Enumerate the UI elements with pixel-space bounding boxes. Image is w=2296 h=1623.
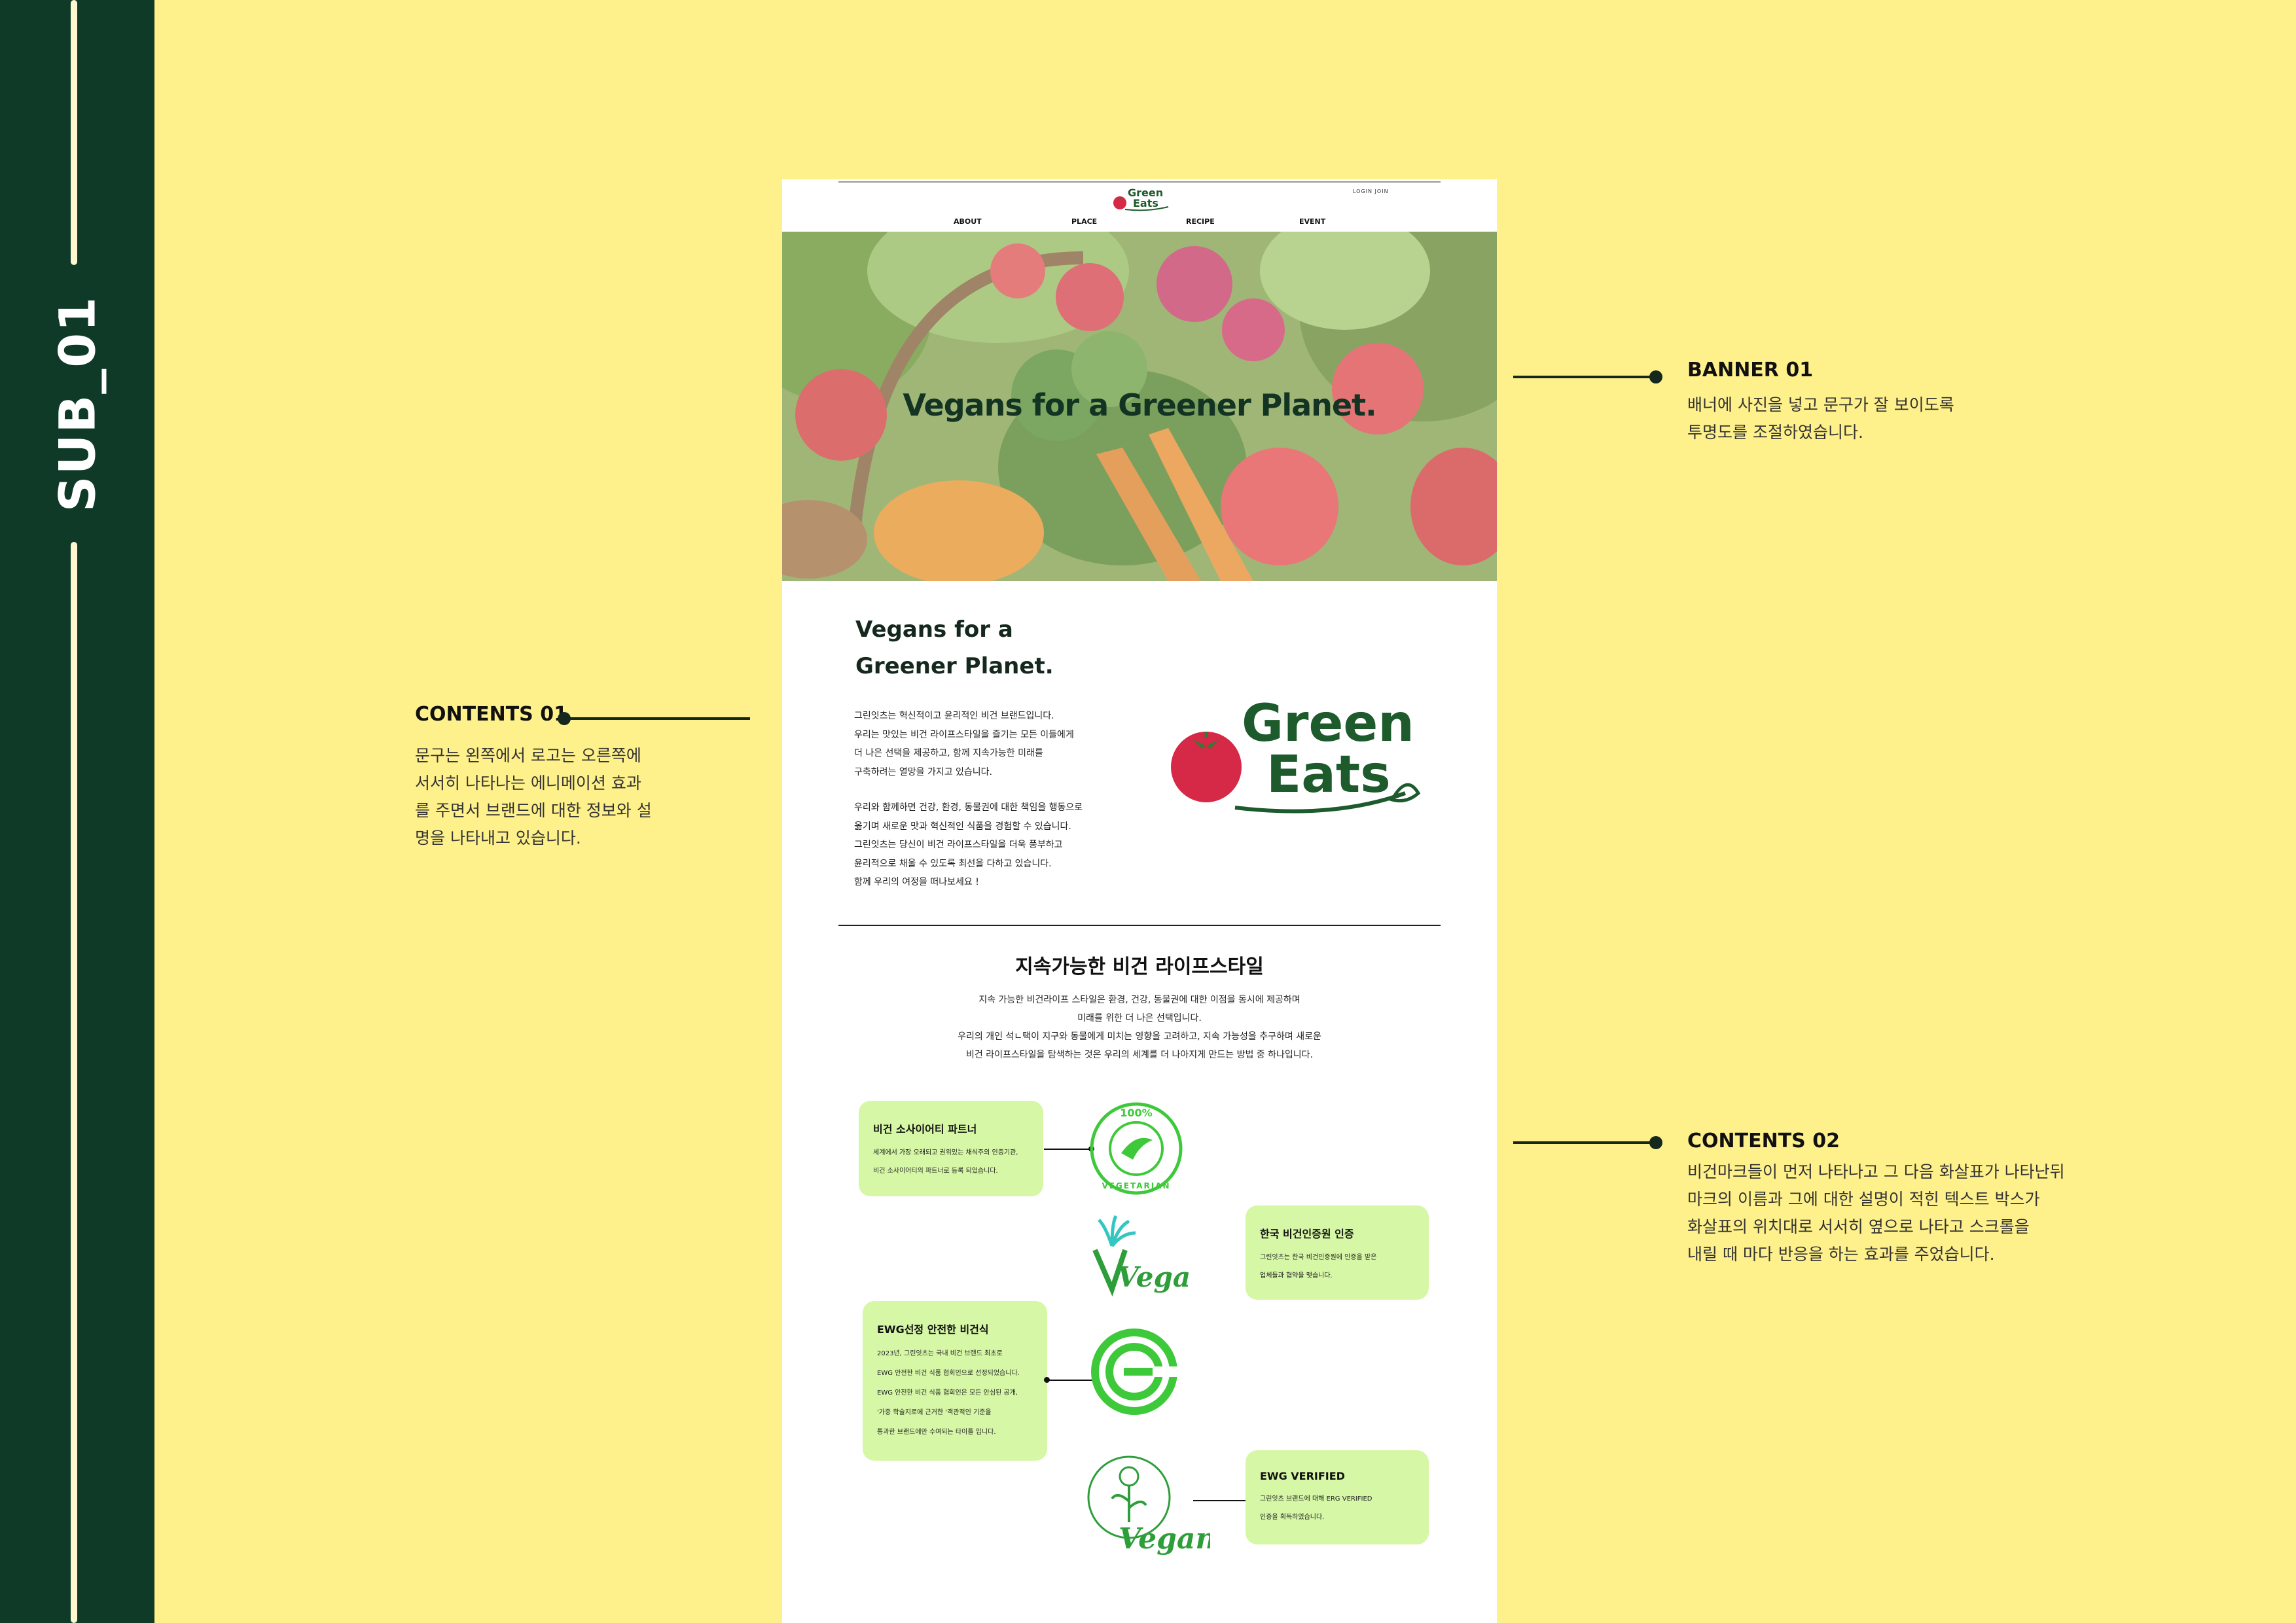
intro-line: 윤리적으로 채울 수 있도록 최선을 다하고 있습니다.	[854, 858, 1052, 869]
box-line: 인증을 획득하였습니다.	[1260, 1514, 1325, 1521]
contents02-line: 내릴 때 마다 반응을 하는 효과를 주었습니다.	[1687, 1245, 1995, 1264]
contents01-connector	[564, 717, 750, 720]
banner01-line: 투명도를 조절하였습니다.	[1687, 423, 1863, 442]
header-logo-line2: Eats	[1133, 197, 1158, 209]
intro-line: 더 나은 선택을 제공하고, 함께 지속가능한 미래를	[854, 748, 1043, 758]
intro-line: 우리와 함께하면 건강, 환경, 동물권에 대한 책임을 행동으로	[854, 802, 1083, 813]
contents01-line: 서서히 나타나는 에니메이션 효과	[415, 774, 641, 793]
intro-paragraph-2: 우리와 함께하면 건강, 환경, 동물권에 대한 책임을 행동으로 옮기며 새로…	[854, 798, 1083, 892]
intro-paragraph-1: 그린잇츠는 혁신적이고 윤리적인 비건 브랜드입니다. 우리는 맛있는 비건 라…	[854, 707, 1074, 781]
box-line: 그린잇츠는 한국 비건인증원에 인증을 받은	[1260, 1254, 1377, 1261]
arrow-line-3	[1047, 1380, 1093, 1381]
contents01-line: 문구는 왼쪽에서 로고는 오른쪽에	[415, 746, 641, 765]
contents02-connector	[1513, 1141, 1657, 1144]
nav-place[interactable]: PLACE	[1071, 217, 1097, 226]
header-rule	[838, 181, 1441, 183]
box-line: 그린잇츠 브랜드에 대해 ERG VERIFIED	[1260, 1495, 1372, 1503]
side-divider-top	[71, 0, 77, 265]
contents02-line: 화살표의 위치대로 서서히 옆으로 나타고 스크롤을	[1687, 1217, 2030, 1236]
arrow-dot-3	[1044, 1377, 1050, 1383]
side-divider-bottom	[71, 542, 77, 1623]
mark1-top-text: 100%	[1120, 1107, 1152, 1119]
korea-certification-box: 한국 비건인증원 인증 그린잇츠는 한국 비건인증원에 인증을 받은 업체들과 …	[1246, 1205, 1429, 1300]
banner01-title: BANNER 01	[1687, 359, 1814, 382]
mark4-word: Vegan	[1119, 1522, 1210, 1555]
contents01-description: 문구는 왼쪽에서 로고는 오른쪽에 서서히 나타나는 에니메이션 효과 를 주면…	[415, 742, 652, 852]
side-label: SUB_01	[48, 295, 107, 512]
contents02-line: 비건마크들이 먼저 나타나고 그 다음 화살표가 나타난뒤	[1687, 1162, 2065, 1181]
box-line: 세계에서 가장 오래되고 권위있는 채식주의 인증기관,	[873, 1149, 1018, 1156]
box-line: EWG 안전한 비건 식품 협회인으로 선정되었습니다.	[877, 1370, 1020, 1377]
box-title: EWG선정 안전한 비건식	[877, 1323, 989, 1336]
contents01-line: 를 주면서 브랜드에 대한 정보와 설	[415, 801, 652, 820]
box-title: EWG VERIFIED	[1260, 1470, 1345, 1482]
header-logo[interactable]: Green Eats	[1108, 183, 1174, 213]
lifestyle-paragraph: 지속 가능한 비건라이프 스타일은 환경, 건강, 동물권에 대한 이점을 동시…	[782, 991, 1497, 1064]
section-divider	[838, 925, 1441, 926]
contents01-title: CONTENTS 01	[415, 703, 567, 726]
banner01-dot	[1649, 370, 1662, 383]
box-title: 한국 비건인증원 인증	[1260, 1228, 1354, 1240]
contents02-line: 마크의 이름과 그에 대한 설명이 적힌 텍스트 박스가	[1687, 1190, 2040, 1209]
banner01-line: 배너에 사진을 넣고 문구가 잘 보이도록	[1687, 395, 1954, 414]
intro-line: 함께 우리의 여정을 떠나보세요 !	[854, 877, 979, 887]
nav-about[interactable]: ABOUT	[954, 217, 982, 226]
lifestyle-line: 비건 라이프스타일을 탐색하는 것은 우리의 세계를 더 나아지게 만드는 방법…	[966, 1050, 1313, 1060]
vegetarian-100-icon: 100% VEGETARIAN	[1090, 1102, 1183, 1195]
ewg-safe-vegan-box: EWG선정 안전한 비건식 2023년, 그린잇츠는 국내 비건 브랜드 최초로…	[863, 1301, 1047, 1461]
korea-vegan-icon: Vegan	[1092, 1215, 1191, 1297]
ewg-verified-box: EWG VERIFIED 그린잇츠 브랜드에 대해 ERG VERIFIED 인…	[1246, 1450, 1429, 1544]
side-panel: SUB_01	[0, 0, 154, 1623]
banner-headline: Vegans for a Greener Planet.	[903, 387, 1376, 423]
box-title: 비건 소사이어티 파트너	[873, 1123, 977, 1135]
intro-line: 구축하려는 열망을 가지고 있습니다.	[854, 766, 992, 777]
intro-title-line2: Greener Planet.	[855, 653, 1054, 679]
box-line: 2023년, 그린잇츠는 국내 비건 브랜드 최초로	[877, 1350, 1003, 1357]
logo-word-green: Green	[1242, 694, 1414, 753]
ewg-e-icon	[1091, 1329, 1179, 1415]
lifestyle-line: 우리의 개인 석ㄴ택이 지구와 동물에게 미치는 영향을 고려하고, 지속 가능…	[958, 1031, 1321, 1042]
mark2-word: Vegan	[1117, 1261, 1191, 1293]
box-line: 비건 소사이어티의 파트너로 등록 되었습니다.	[873, 1168, 998, 1175]
login-join-link[interactable]: LOGIN JOIN	[1353, 188, 1389, 194]
vegan-flower-icon: Vegan	[1087, 1455, 1210, 1555]
lifestyle-title: 지속가능한 비건 라이프스타일	[1015, 955, 1264, 978]
intro-title-line1: Vegans for a	[855, 616, 1013, 643]
intro-line: 우리는 맛있는 비건 라이프스타일을 즐기는 모든 이들에게	[854, 729, 1074, 740]
box-line: 업체들과 협약을 맺습니다.	[1260, 1272, 1333, 1279]
intro-line: 그린잇츠는 혁신적이고 윤리적인 비건 브랜드입니다.	[854, 711, 1054, 721]
website-mockup: LOGIN JOIN Green Eats ABOUT PLACE RECIPE…	[782, 179, 1497, 1623]
contents02-description: 비건마크들이 먼저 나타나고 그 다음 화살표가 나타난뒤 마크의 이름과 그에…	[1687, 1158, 2065, 1268]
box-line: EWG 안전한 비건 식품 협회인은 모든 안심된 공개,	[877, 1389, 1018, 1397]
box-line: 통과한 브랜드에만 수여되는 타이틀 입니다.	[877, 1429, 996, 1436]
lifestyle-line: 지속 가능한 비건라이프 스타일은 환경, 건강, 동물권에 대한 이점을 동시…	[978, 995, 1300, 1005]
nav-event[interactable]: EVENT	[1299, 217, 1325, 226]
vegan-society-box: 비건 소사이어티 파트너 세계에서 가장 오래되고 권위있는 채식주의 인증기관…	[859, 1101, 1043, 1196]
tomato-icon	[1171, 732, 1242, 802]
lifestyle-line: 미래를 위한 더 나은 선택입니다.	[1077, 1013, 1202, 1024]
nav-recipe[interactable]: RECIPE	[1186, 217, 1215, 226]
arrow-line-1	[1044, 1149, 1091, 1150]
intro-line: 그린잇츠는 당신이 비건 라이프스타일을 더욱 풍부하고	[854, 840, 1063, 850]
contents02-title: CONTENTS 02	[1687, 1130, 1840, 1152]
banner01-description: 배너에 사진을 넣고 문구가 잘 보이도록 투명도를 조절하였습니다.	[1687, 391, 1954, 446]
contents01-line: 명을 나타내고 있습니다.	[415, 829, 581, 847]
contents02-dot	[1649, 1136, 1662, 1149]
mark1-bottom-text: VEGETARIAN	[1102, 1181, 1170, 1190]
banner01-connector	[1513, 376, 1657, 378]
logo-word-eats: Eats	[1266, 745, 1391, 804]
box-line: '가중 학술지로에 근거한 '객관적인 기준을	[877, 1409, 992, 1416]
intro-line: 옮기며 새로운 맛과 혁신적인 식품을 경험할 수 있습니다.	[854, 821, 1071, 832]
hero-banner: Vegans for a Greener Planet.	[782, 232, 1497, 581]
green-eats-logo: Green Eats	[1171, 694, 1421, 813]
